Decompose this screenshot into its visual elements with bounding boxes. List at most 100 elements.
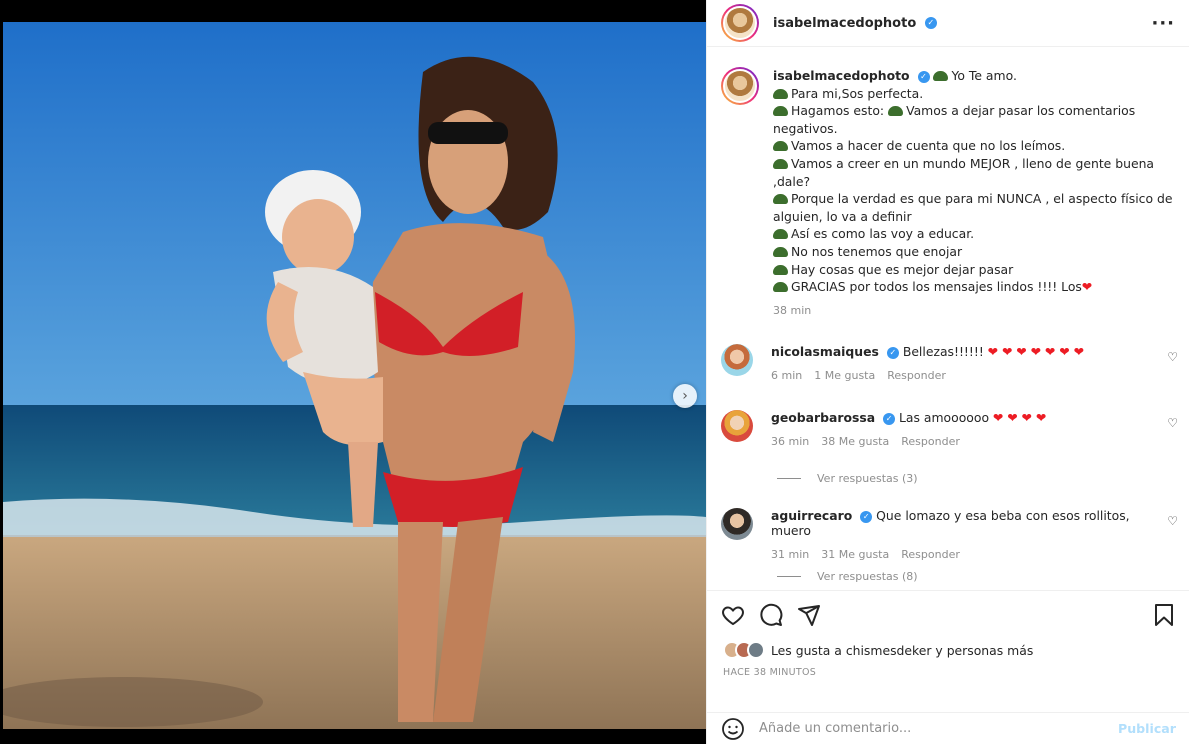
caption-line: Yo Te amo.	[951, 68, 1017, 83]
comment-meta: 6 min 1 Me gusta Responder	[771, 369, 1151, 382]
turtle-emoji-icon	[773, 88, 788, 99]
turtle-emoji-icon	[773, 194, 788, 205]
caption-line: Hay cosas que es mejor dejar pasar	[791, 261, 1014, 277]
commenter-avatar[interactable]	[721, 508, 753, 540]
comment-row: nicolasmaiques ✓ Bellezas!!!!!! ❤ ❤ ❤ ❤ …	[707, 344, 1189, 382]
comment-heart-icon[interactable]: ♡	[1167, 350, 1178, 364]
post-side-panel: isabelmacedophoto ✓ ··· isabelmacedophot…	[706, 0, 1189, 744]
instagram-post-view: › isabelmacedophoto ✓ ··· isabelmacedoph…	[0, 0, 1189, 744]
likes-user[interactable]: chismesdeker	[846, 643, 932, 658]
verified-icon: ✓	[860, 510, 873, 523]
post-caption: isabelmacedophoto ✓ Yo Te amo. Para mi,S…	[707, 48, 1189, 319]
comment-input[interactable]	[759, 721, 1118, 736]
turtle-emoji-icon	[773, 158, 788, 169]
caption-line: Vamos a hacer de cuenta que no los leímo…	[791, 138, 1066, 154]
comment-row: aguirrecaro ✓ Que lomazo y esa beba con …	[707, 508, 1189, 561]
comment-row: geobarbarossa ✓ Las amoooooo ❤ ❤ ❤ ❤ 36 …	[707, 410, 1189, 448]
liker-avatars	[723, 641, 765, 659]
heart-emoji-icon: ❤	[1081, 279, 1093, 295]
comment-likes[interactable]: 1 Me gusta	[814, 369, 875, 382]
author-username-text[interactable]: isabelmacedophoto	[773, 16, 916, 31]
caption-avatar[interactable]	[721, 67, 759, 105]
turtle-emoji-icon	[773, 282, 788, 293]
comment-meta: 36 min 38 Me gusta Responder	[771, 435, 1151, 448]
publish-button[interactable]: Publicar	[1118, 721, 1176, 736]
author-avatar[interactable]	[721, 4, 759, 42]
comment-likes[interactable]: 31 Me gusta	[821, 548, 889, 561]
caption-line: Para mi,Sos perfecta.	[791, 85, 924, 101]
caption-line: No nos tenemos que enojar	[791, 243, 963, 259]
beach-photo-illustration	[3, 22, 706, 729]
verified-icon: ✓	[924, 17, 937, 29]
commenter-avatar[interactable]	[721, 410, 753, 442]
liker-avatar	[747, 641, 765, 659]
comment-likes[interactable]: 38 Me gusta	[821, 435, 889, 448]
likes-prefix: Les gusta a	[771, 642, 842, 658]
comment-body: geobarbarossa ✓ Las amoooooo ❤ ❤ ❤ ❤ 36 …	[771, 410, 1151, 448]
post-header: isabelmacedophoto ✓ ···	[707, 0, 1189, 47]
likes-text[interactable]: Les gusta a chismesdeker y personas más	[771, 643, 1033, 658]
comment-time: 31 min	[771, 548, 810, 561]
caption-line: Porque la verdad es que para mi NUNCA , …	[773, 191, 1173, 224]
view-replies-label[interactable]: Ver respuestas (8)	[817, 570, 918, 583]
chevron-right-icon: ›	[682, 388, 688, 404]
caption-line: Hagamos esto:	[791, 103, 885, 119]
bookmark-icon[interactable]	[1152, 603, 1176, 627]
comments-scroll-area[interactable]: isabelmacedophoto ✓ Yo Te amo. Para mi,S…	[707, 48, 1189, 590]
comment-meta: 31 min 31 Me gusta Responder	[771, 548, 1151, 561]
comment-username[interactable]: geobarbarossa	[771, 410, 875, 425]
turtle-emoji-icon	[773, 106, 788, 117]
post-age: HACE 38 MINUTOS	[723, 667, 817, 678]
turtle-emoji-icon	[773, 229, 788, 240]
comment-time: 36 min	[771, 435, 810, 448]
post-actions: Les gusta a chismesdeker y personas más …	[707, 590, 1189, 720]
bottom-black-bar	[0, 729, 706, 744]
comment-composer: Publicar	[707, 712, 1189, 744]
turtle-emoji-icon	[773, 264, 788, 275]
caption-username[interactable]: isabelmacedophoto	[773, 68, 910, 83]
comment-text: Bellezas!!!!!!	[902, 344, 984, 359]
comment-body: nicolasmaiques ✓ Bellezas!!!!!! ❤ ❤ ❤ ❤ …	[771, 344, 1151, 382]
comment-username[interactable]: aguirrecaro	[771, 508, 852, 523]
heart-icon[interactable]	[721, 603, 745, 627]
comment-body: aguirrecaro ✓ Que lomazo y esa beba con …	[771, 508, 1151, 561]
reply-button[interactable]: Responder	[901, 548, 960, 561]
comment-username[interactable]: nicolasmaiques	[771, 344, 879, 359]
commenter-avatar[interactable]	[721, 344, 753, 376]
turtle-emoji-icon	[773, 141, 788, 152]
view-replies-label[interactable]: Ver respuestas (3)	[817, 472, 918, 485]
view-replies-button[interactable]: Ver respuestas (3)	[777, 472, 918, 485]
comment-heart-icon[interactable]: ♡	[1167, 514, 1178, 528]
more-icon[interactable]: ···	[1151, 13, 1175, 34]
next-slide-button[interactable]: ›	[673, 384, 697, 408]
view-replies-button[interactable]: Ver respuestas (8)	[777, 570, 918, 583]
verified-icon: ✓	[883, 412, 896, 425]
caption-time: 38 min	[773, 303, 812, 317]
share-icon[interactable]	[797, 603, 821, 627]
caption-line: Vamos a creer en un mundo MEJOR , lleno …	[773, 155, 1155, 189]
verified-icon: ✓	[886, 346, 899, 359]
replies-divider	[777, 478, 801, 479]
heart-emoji-icon: ❤ ❤ ❤ ❤ ❤ ❤ ❤	[987, 344, 1085, 359]
turtle-emoji-icon	[888, 106, 904, 117]
comment-icon[interactable]	[759, 603, 783, 627]
reply-button[interactable]: Responder	[887, 369, 946, 382]
author-username[interactable]: isabelmacedophoto ✓	[773, 16, 937, 31]
likes-suffix[interactable]: y personas más	[935, 643, 1033, 658]
emoji-icon[interactable]	[721, 717, 745, 741]
reply-button[interactable]: Responder	[901, 435, 960, 448]
comment-time: 6 min	[771, 369, 803, 382]
comment-text: Las amoooooo	[899, 410, 990, 425]
post-photo[interactable]: ›	[3, 22, 706, 729]
heart-emoji-icon: ❤ ❤ ❤ ❤	[993, 410, 1047, 425]
caption-line: Así es como las voy a educar.	[791, 226, 975, 242]
replies-divider	[777, 576, 801, 577]
comment-heart-icon[interactable]: ♡	[1167, 416, 1178, 430]
action-icons	[707, 591, 1189, 627]
caption-line: GRACIAS por todos los mensajes lindos !!…	[791, 279, 1082, 295]
caption-body: isabelmacedophoto ✓ Yo Te amo. Para mi,S…	[773, 67, 1173, 319]
turtle-emoji-icon	[773, 246, 788, 257]
likes-summary: Les gusta a chismesdeker y personas más	[707, 627, 1189, 659]
verified-icon: ✓	[917, 70, 930, 83]
turtle-emoji-icon	[933, 71, 949, 81]
